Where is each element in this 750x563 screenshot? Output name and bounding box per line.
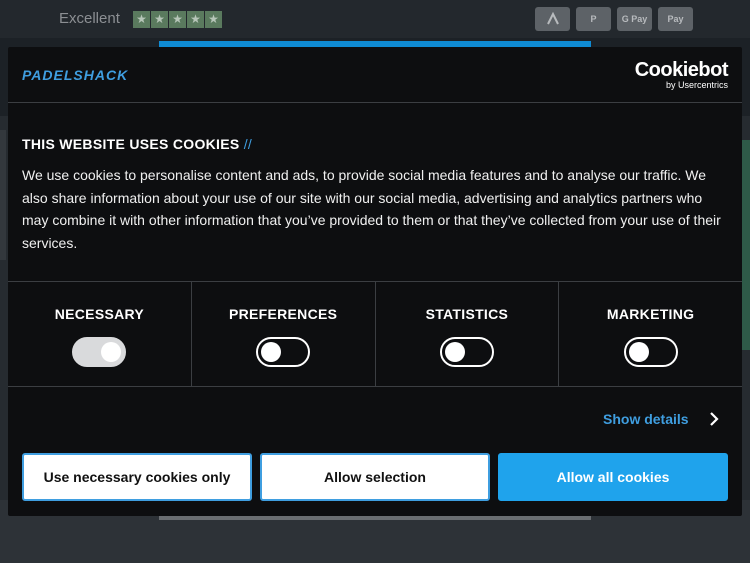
category-statistics: STATISTICS	[376, 282, 560, 386]
statistics-toggle[interactable]	[439, 337, 494, 367]
category-label: STATISTICS	[425, 306, 509, 322]
cookiebot-name: Cookiebot	[634, 59, 729, 81]
dialog-title-text: THIS WEBSITE USES COOKIES	[22, 136, 240, 152]
cookiebot-byline: by Usercentrics	[665, 80, 728, 90]
rating-label: Excellent	[59, 10, 120, 27]
category-label: PREFERENCES	[228, 306, 338, 322]
cookiebot-logo[interactable]: Cookiebot by Usercentrics	[634, 59, 729, 91]
show-details-link[interactable]: Show details	[603, 411, 689, 427]
star-icon: ★	[151, 11, 168, 28]
chevron-right-icon[interactable]	[708, 411, 720, 427]
toggle-knob	[261, 342, 282, 362]
star-icon: ★	[133, 11, 150, 28]
use-necessary-only-button[interactable]: Use necessary cookies only	[22, 453, 252, 501]
trustpilot-stars: ★ ★ ★ ★ ★	[133, 11, 222, 28]
payment-methods: P G Pay Pay	[535, 7, 693, 31]
allow-all-cookies-button[interactable]: Allow all cookies	[498, 453, 728, 501]
paypal-icon: P	[576, 7, 611, 31]
cookie-consent-dialog: PADELSHACK Cookiebot by Usercentrics THI…	[8, 47, 742, 516]
brand-logo: PADELSHACK	[22, 67, 129, 83]
category-label: NECESSARY	[54, 306, 145, 322]
google-pay-icon: G Pay	[617, 7, 652, 31]
dialog-header: PADELSHACK Cookiebot by Usercentrics	[8, 47, 742, 103]
dialog-title: THIS WEBSITE USES COOKIES //	[22, 136, 252, 152]
afterpay-icon	[535, 7, 570, 31]
marketing-toggle[interactable]	[623, 337, 678, 367]
category-preferences: PREFERENCES	[192, 282, 376, 386]
cookie-categories: NECESSARY PREFERENCES STATISTICS MARKETI…	[8, 281, 742, 387]
category-label: MARKETING	[606, 306, 695, 322]
toggle-knob	[628, 342, 649, 362]
site-decoration-left	[0, 130, 6, 260]
allow-selection-button[interactable]: Allow selection	[260, 453, 490, 501]
category-necessary: NECESSARY	[8, 282, 192, 386]
star-icon: ★	[169, 11, 186, 28]
title-decoration: //	[243, 136, 253, 152]
site-decoration-right	[742, 140, 750, 350]
star-icon: ★	[205, 11, 222, 28]
toggle-knob	[101, 342, 122, 362]
preferences-toggle[interactable]	[256, 337, 311, 367]
trust-bar: Excellent ★ ★ ★ ★ ★ P G Pay Pay	[0, 0, 750, 38]
necessary-toggle[interactable]	[72, 337, 127, 367]
category-marketing: MARKETING	[559, 282, 742, 386]
toggle-knob	[444, 342, 465, 362]
apple-pay-icon: Pay	[658, 7, 693, 31]
star-icon: ★	[187, 11, 204, 28]
dialog-description: We use cookies to personalise content an…	[22, 167, 721, 251]
